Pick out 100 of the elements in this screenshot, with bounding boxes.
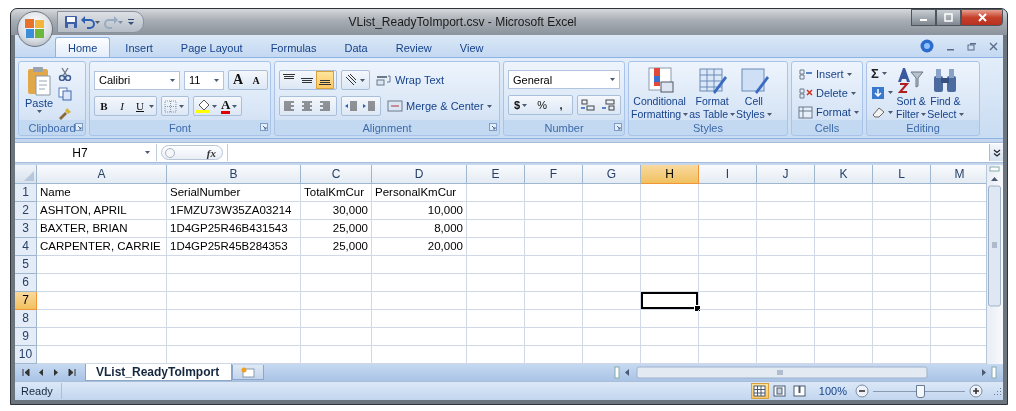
row-header[interactable]: 10 — [15, 346, 37, 364]
fill-button[interactable] — [869, 85, 895, 101]
cell-styles-button[interactable]: Cell Styles — [736, 65, 772, 120]
horizontal-scrollbar[interactable] — [614, 365, 999, 380]
sort-filter-button[interactable]: Sort & Filter — [896, 65, 927, 120]
ribbon-tab[interactable]: Formulas — [257, 37, 330, 57]
column-header[interactable]: C — [301, 165, 372, 184]
ribbon-tab[interactable]: Page Layout — [167, 37, 256, 57]
undo-icon[interactable] — [81, 15, 101, 29]
column-header[interactable]: E — [467, 165, 525, 184]
column-header[interactable]: M — [931, 165, 986, 184]
sheet-tab[interactable]: VList_ReadyToImport — [85, 364, 233, 381]
paste-button[interactable]: Paste — [23, 65, 55, 120]
column-header[interactable]: L — [873, 165, 931, 184]
wrap-text-button[interactable]: Wrap Text — [374, 71, 447, 89]
grow-font-button[interactable]: A — [229, 71, 247, 89]
column-header[interactable]: J — [757, 165, 815, 184]
insert-cells-icon — [798, 67, 813, 81]
customize-icon[interactable] — [127, 18, 135, 26]
name-box[interactable]: H7 — [15, 144, 157, 161]
find-select-button[interactable]: Find & Select — [927, 65, 964, 120]
brush-icon[interactable] — [58, 107, 72, 121]
slider-thumb[interactable] — [916, 384, 925, 398]
row-header[interactable]: 4 — [15, 238, 37, 256]
column-header[interactable]: G — [583, 165, 641, 184]
table-cell: SerialNumber — [167, 184, 301, 202]
new-sheet-button[interactable] — [232, 365, 265, 380]
row-header[interactable]: 9 — [15, 328, 37, 346]
save-icon[interactable] — [64, 15, 78, 29]
ribbon-tab[interactable]: View — [446, 37, 497, 57]
table-cell — [525, 238, 583, 256]
column-header[interactable]: D — [372, 165, 467, 184]
column-header[interactable]: A — [37, 165, 167, 184]
fill-color-button[interactable] — [194, 97, 219, 115]
row-header[interactable]: 1 — [15, 184, 37, 202]
italic-button[interactable]: I — [113, 97, 131, 115]
close-button[interactable] — [961, 9, 1003, 26]
page-layout-view-button[interactable] — [770, 383, 789, 399]
resize-grip-icon[interactable] — [993, 387, 1001, 395]
shrink-font-button[interactable]: A — [247, 71, 265, 89]
help-icon[interactable] — [920, 39, 934, 53]
vertical-scrollbar[interactable] — [986, 165, 1003, 364]
app-menu-button[interactable] — [17, 11, 53, 47]
table-cell: TotalKmCur — [301, 184, 372, 202]
maximize-button[interactable] — [936, 9, 961, 26]
font-size-field[interactable]: 11 — [184, 70, 224, 90]
table-cell — [467, 220, 525, 238]
format-cells-button[interactable]: Format — [796, 104, 861, 120]
copy-icon[interactable] — [58, 87, 72, 101]
scissors-icon[interactable] — [58, 67, 72, 81]
first-sheet-icon[interactable] — [22, 368, 31, 377]
conditional-formatting-button[interactable]: Conditional Formatting — [631, 65, 689, 120]
currency-button[interactable]: $ — [509, 96, 533, 114]
expand-formula-bar-button[interactable] — [989, 144, 1003, 161]
row-header[interactable]: 7 — [15, 292, 37, 310]
minimize-button[interactable] — [911, 9, 936, 26]
dialog-launcher-icon[interactable] — [614, 123, 622, 131]
font-color-button[interactable]: A — [219, 97, 240, 115]
row-header[interactable]: 5 — [15, 256, 37, 274]
row-header[interactable]: 8 — [15, 310, 37, 328]
zoom-level[interactable]: 100% — [818, 385, 847, 397]
dialog-launcher-icon[interactable] — [260, 123, 268, 131]
zoom-in-icon[interactable] — [969, 384, 983, 398]
autosum-button[interactable]: Σ — [869, 66, 895, 82]
font-name-field[interactable]: Calibri — [94, 70, 180, 90]
column-header[interactable]: K — [815, 165, 873, 184]
next-sheet-icon[interactable] — [52, 368, 61, 377]
format-as-table-button[interactable]: Format as Table — [689, 65, 736, 120]
row-header[interactable]: 2 — [15, 202, 37, 220]
table-cell — [815, 184, 873, 202]
comma-button[interactable]: , — [551, 96, 570, 114]
row-header[interactable]: 3 — [15, 220, 37, 238]
column-header[interactable]: B — [167, 165, 301, 184]
ribbon-tab[interactable]: Review — [382, 37, 445, 57]
ribbon-tab[interactable]: Insert — [112, 37, 166, 57]
dialog-launcher-icon[interactable] — [75, 123, 83, 131]
zoom-out-icon[interactable] — [855, 384, 869, 398]
underline-button[interactable]: U — [131, 97, 149, 115]
bottom-align-button[interactable] — [316, 71, 334, 89]
insert-cells-button[interactable]: Insert — [796, 66, 861, 82]
previous-sheet-icon[interactable] — [37, 368, 46, 377]
merge-center-button[interactable]: Merge & Center — [385, 97, 494, 115]
column-header[interactable]: I — [699, 165, 757, 184]
normal-view-button[interactable] — [750, 383, 769, 399]
dialog-launcher-icon[interactable] — [489, 123, 497, 131]
bold-button[interactable]: B — [95, 97, 113, 115]
delete-cells-button[interactable]: Delete — [796, 85, 861, 101]
percent-button[interactable]: % — [532, 96, 552, 114]
restore-icon[interactable] — [967, 41, 977, 51]
number-format-field[interactable]: General — [508, 70, 620, 89]
column-header[interactable]: H — [641, 165, 699, 184]
last-sheet-icon[interactable] — [67, 368, 76, 377]
column-header[interactable]: F — [525, 165, 583, 184]
page-break-view-button[interactable] — [790, 383, 809, 399]
row-header[interactable]: 6 — [15, 274, 37, 292]
selected-cell[interactable] — [641, 292, 699, 310]
insert-function-button[interactable]: fx — [161, 145, 223, 160]
ribbon-tab[interactable]: Home — [55, 37, 111, 57]
close-icon[interactable] — [989, 41, 998, 51]
ribbon-tab[interactable]: Data — [331, 37, 381, 57]
